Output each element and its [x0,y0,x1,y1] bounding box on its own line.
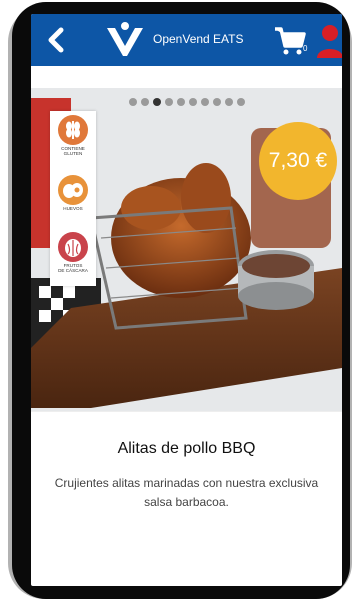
allergen-label: DE CÁSCARA [58,268,88,273]
carousel-dot[interactable] [176,98,185,106]
app-screen: OpenVend EATS 0 CONTIENE GLUTEN HUEVOS F… [31,14,342,586]
product-title: Alitas de pollo BBQ [117,440,256,457]
openvend-logo-icon [107,22,143,56]
allergen-panel: CONTIENE GLUTEN HUEVOS FRUTOS DE CÁSCARA [50,111,96,286]
price-badge: 7,30 € [259,122,337,200]
egg-icon [58,175,88,205]
carousel-dot[interactable] [140,98,149,106]
carousel-dot[interactable] [236,98,245,106]
carousel-dot-active[interactable] [152,98,161,106]
nut-icon [58,232,88,262]
wheat-icon [58,115,88,145]
carousel-dot[interactable] [212,98,221,106]
carousel-dot[interactable] [188,98,197,106]
top-bar: OpenVend EATS 0 [31,14,342,66]
carousel-dot[interactable] [164,98,173,106]
description-line: Crujientes alitas marinadas con nuestra … [54,476,319,490]
divider [31,411,342,412]
cart-count-badge: 0 [303,44,308,53]
allergen-gluten: CONTIENE GLUTEN [50,111,96,156]
allergen-nuts: FRUTOS DE CÁSCARA [50,228,96,273]
allergen-label: HUEVOS [63,206,83,211]
cart-icon[interactable] [273,26,307,56]
brand-name: OpenVend EATS [153,32,244,46]
back-arrow-icon[interactable] [41,24,73,56]
carousel-dots [31,98,342,106]
allergen-eggs: HUEVOS [50,171,96,211]
allergen-label: GLUTEN [63,151,83,156]
product-description: Crujientes alitas marinadas con nuestra … [31,474,342,512]
carousel-dot[interactable] [128,98,137,106]
carousel-dot[interactable] [224,98,233,106]
carousel-dot[interactable] [200,98,209,106]
user-icon[interactable] [316,22,342,58]
description-line: salsa barbacoa. [144,495,229,509]
